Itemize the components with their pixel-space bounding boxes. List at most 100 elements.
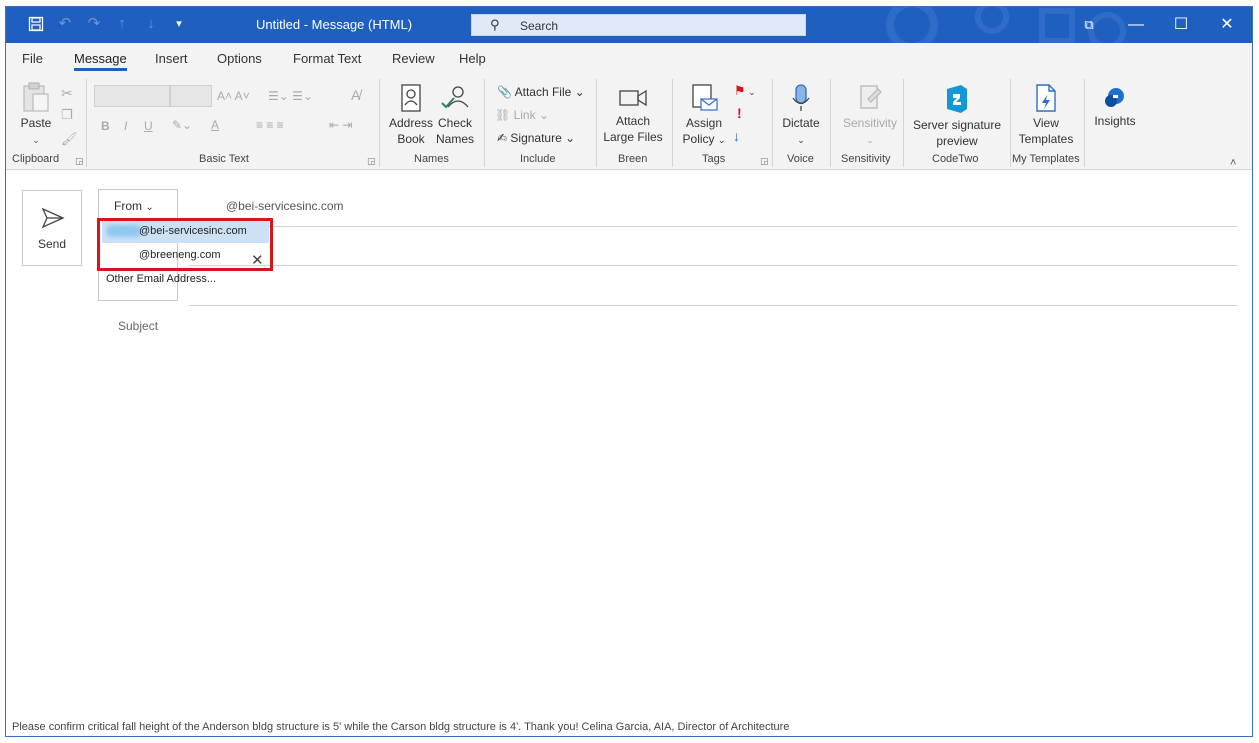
message-body[interactable] [6, 345, 1252, 736]
maximize-icon[interactable]: ☐ [1158, 7, 1204, 43]
tab-file[interactable]: File [22, 51, 43, 66]
address-book-button[interactable]: Address Book [386, 83, 436, 147]
search-icon: ⚲ [490, 17, 500, 32]
separator [484, 79, 485, 167]
ribbon: Paste ⌄ ✂ ❐ 🖌 Clipboard ◲ A˄ A˅ ☰⌄ ☰⌄ A̸ … [6, 73, 1252, 170]
clipboard-launcher-icon[interactable]: ◲ [75, 156, 84, 167]
assign-policy-icon [692, 84, 718, 111]
indent-icons[interactable]: ⇤ ⇥ [329, 118, 352, 132]
search-box[interactable]: ⚲ Search [471, 14, 806, 36]
bcc-line [189, 305, 1237, 306]
send-icon [41, 207, 65, 229]
send-button[interactable]: Send [22, 190, 82, 266]
paste-label: Paste [20, 116, 52, 130]
undo-icon[interactable]: ↶ [55, 16, 75, 32]
align-icons[interactable]: ≡ ≡ ≡ [256, 118, 284, 132]
arrow-up-icon[interactable]: ↑ [112, 16, 132, 32]
format-painter-icon[interactable]: 🖌 [61, 131, 78, 147]
title-bar: ↶ ↷ ↑ ↓ ▾ Untitled - Message (HTML) ⚲ Se… [6, 7, 1252, 43]
ribbon-display-options-icon[interactable]: ⧉ [1066, 7, 1112, 43]
group-label-include: Include [520, 153, 556, 165]
save-icon[interactable] [26, 16, 46, 36]
tab-options[interactable]: Options [217, 51, 262, 66]
signature-icon: ✍ [497, 131, 508, 145]
bold-button[interactable]: B [101, 119, 110, 133]
from-label: From ⌄ [114, 199, 154, 213]
attach-large-files-button[interactable]: Attach Large Files [602, 85, 664, 145]
tab-insert[interactable]: Insert [155, 51, 188, 66]
video-camera-icon [619, 89, 647, 107]
subject-label: Subject [118, 319, 159, 333]
tab-message[interactable]: Message [74, 51, 127, 71]
low-importance-icon[interactable]: ↓ [733, 128, 740, 144]
group-label-tags: Tags [702, 153, 726, 165]
check-names-icon [441, 86, 469, 109]
cut-icon[interactable]: ✂ [61, 85, 73, 102]
link-icon: ⛓ [495, 108, 511, 122]
tab-review[interactable]: Review [392, 51, 435, 66]
italic-button[interactable]: I [124, 119, 127, 133]
from-address: @bei-servicesinc.com [226, 199, 344, 213]
arrow-down-icon[interactable]: ↓ [141, 16, 161, 32]
separator [379, 79, 380, 167]
separator [830, 79, 831, 167]
tab-format-text[interactable]: Format Text [293, 51, 361, 66]
view-templates-button[interactable]: View Templates [1016, 83, 1076, 147]
font-name-combo[interactable] [94, 85, 170, 107]
separator [1010, 79, 1011, 167]
link-button[interactable]: ⛓ Link ⌄ [495, 108, 549, 122]
from-button[interactable]: From ⌄ [98, 189, 178, 219]
attach-file-button[interactable]: 📎 Attach File ⌄ [497, 85, 585, 99]
dictate-button[interactable]: Dictate ⌄ [778, 83, 824, 148]
separator [903, 79, 904, 167]
dropdown-item-other-email[interactable]: Other Email Address... [106, 273, 216, 285]
window-title: Untitled - Message (HTML) [256, 17, 413, 32]
separator [772, 79, 773, 167]
paste-button[interactable]: Paste ⌄ [16, 81, 56, 148]
redo-icon[interactable]: ↷ [84, 16, 104, 32]
close-window-icon[interactable]: ✕ [1204, 7, 1250, 43]
chevron-down-icon: ⌄ [145, 202, 154, 213]
tab-help[interactable]: Help [459, 51, 486, 66]
group-label-sensitivity: Sensitivity [841, 153, 891, 165]
clear-formatting-icon[interactable]: A̸ [351, 87, 360, 103]
paste-icon [23, 82, 49, 112]
minimize-icon[interactable]: — [1113, 7, 1159, 43]
group-label-names: Names [414, 153, 449, 165]
group-label-breen: Breen [618, 153, 648, 165]
outlook-message-window: ↶ ↷ ↑ ↓ ▾ Untitled - Message (HTML) ⚲ Se… [5, 6, 1253, 737]
assign-policy-button[interactable]: Assign Policy ⌄ [679, 83, 729, 148]
underline-button[interactable]: U [144, 119, 153, 133]
tags-launcher-icon[interactable]: ◲ [760, 156, 769, 167]
ribbon-tabs: File Message Insert Options Format Text … [6, 43, 1252, 73]
group-label-codetwo: CodeTwo [932, 153, 979, 165]
sensitivity-button[interactable]: Sensitivity ⌄ [836, 83, 904, 148]
templates-icon [1036, 84, 1056, 112]
flag-icon[interactable]: ⚑ ⌄ [734, 83, 756, 99]
highlight-icon[interactable]: ✎⌄ [172, 118, 192, 132]
address-book-icon [401, 84, 421, 112]
collapse-ribbon-icon[interactable]: ˄ [1230, 157, 1236, 169]
signature-button[interactable]: ✍ Signature ⌄ [497, 131, 575, 145]
font-color-button[interactable]: A [211, 118, 219, 132]
grow-font-icon[interactable]: A˄ A˅ [217, 89, 250, 103]
insights-button[interactable]: Insights [1090, 85, 1140, 129]
check-names-button[interactable]: Check Names [432, 83, 478, 147]
separator [86, 79, 87, 167]
copy-icon[interactable]: ❐ [61, 107, 73, 123]
group-label-basic-text: Basic Text [199, 153, 249, 165]
sensitivity-icon [860, 85, 882, 109]
search-placeholder: Search [520, 19, 559, 33]
basic-text-launcher-icon[interactable]: ◲ [367, 156, 376, 167]
cc-line [189, 265, 1237, 266]
high-importance-icon[interactable]: ! [737, 105, 742, 121]
font-size-combo[interactable] [170, 85, 212, 107]
separator [672, 79, 673, 167]
separator [1084, 79, 1085, 167]
bullets-icon[interactable]: ☰⌄ ☰⌄ [268, 89, 313, 103]
server-signature-preview-button[interactable]: Server signature preview [909, 83, 1005, 149]
codetwo-icon [947, 85, 967, 113]
background-text: Please confirm critical fall height of t… [12, 721, 790, 733]
annotation-highlight-box [97, 218, 273, 271]
customize-quick-access-icon[interactable]: ▾ [169, 16, 189, 32]
